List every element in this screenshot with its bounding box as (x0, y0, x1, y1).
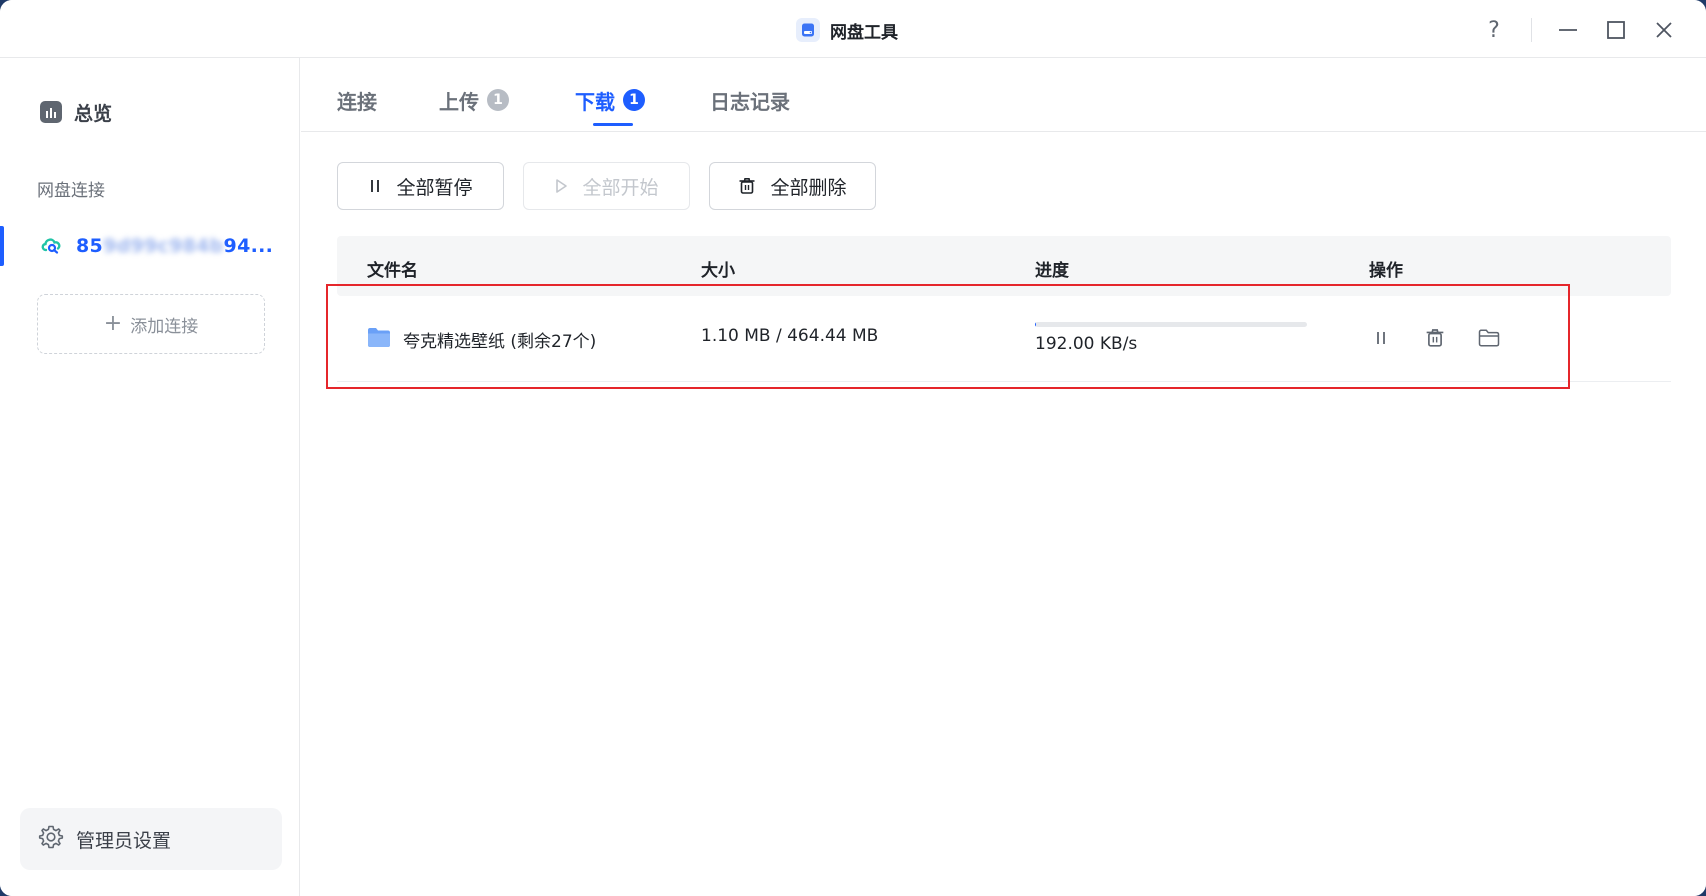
delete-all-button[interactable]: 全部删除 (709, 162, 876, 210)
column-header-progress: 进度 (1035, 261, 1069, 281)
folder-icon (367, 326, 391, 353)
download-count-badge: 1 (623, 89, 645, 111)
tab-label: 连接 (337, 89, 377, 114)
help-button[interactable]: ? (1476, 14, 1512, 46)
gear-icon (38, 824, 64, 855)
active-indicator (0, 226, 4, 266)
table-header: 文件名 大小 进度 操作 (337, 236, 1671, 296)
pause-icon (1377, 332, 1385, 344)
maximize-button[interactable] (1598, 14, 1634, 46)
main-panel: 连接 上传 1 下载 1 日志记录 全部暂停 全部开始 全部删除 文件名 大小 … (301, 58, 1706, 896)
pause-icon (371, 180, 380, 192)
quark-cloud-icon (40, 233, 64, 259)
admin-settings-button[interactable]: 管理员设置 (20, 808, 282, 870)
play-icon (556, 179, 568, 193)
download-progress-bar (1035, 322, 1307, 327)
minimize-icon (1559, 29, 1577, 31)
row-delete-button[interactable] (1421, 324, 1449, 352)
column-header-actions: 操作 (1369, 261, 1403, 281)
overview-label: 总览 (74, 102, 113, 125)
maximize-icon (1607, 21, 1625, 39)
help-icon: ? (1488, 17, 1500, 43)
delete-all-label: 全部删除 (770, 176, 847, 199)
plus-icon: + (103, 311, 123, 336)
window-title: 网盘工具 (830, 22, 898, 43)
start-all-label: 全部开始 (582, 176, 659, 199)
title-separator (1531, 18, 1532, 42)
file-name: 夸克精选壁纸 (剩余27个) (403, 332, 597, 352)
upload-count-badge: 1 (487, 89, 509, 111)
tab-logs[interactable]: 日志记录 (710, 84, 790, 116)
connection-name: 859d99c984b94... (76, 235, 274, 257)
tab-label: 上传 (439, 89, 479, 114)
trash-icon (1426, 329, 1444, 347)
tab-label: 下载 (575, 89, 615, 114)
sidebar-item-overview[interactable]: 总览 (40, 94, 112, 130)
overview-chart-icon (40, 101, 62, 123)
tab-upload[interactable]: 上传 1 (439, 84, 509, 116)
tab-label: 日志记录 (710, 89, 790, 114)
add-connection-label: 添加连接 (130, 316, 199, 337)
column-header-size: 大小 (701, 261, 735, 281)
file-name-cell: 夸克精选壁纸 (剩余27个) (367, 326, 596, 353)
title-bar: 网盘工具 ? (0, 0, 1706, 58)
file-size: 1.10 MB / 464.44 MB (701, 326, 879, 346)
sidebar-section-title: 网盘连接 (37, 181, 105, 201)
download-speed: 192.00 KB/s (1035, 334, 1138, 354)
column-header-filename: 文件名 (367, 261, 418, 281)
window-title-group: 网盘工具 (796, 16, 898, 44)
row-pause-button[interactable] (1367, 324, 1395, 352)
tab-bar: 连接 上传 1 下载 1 日志记录 (301, 58, 1706, 132)
table-row: 夸克精选壁纸 (剩余27个) 1.10 MB / 464.44 MB 192.0… (337, 296, 1671, 382)
active-tab-underline (593, 123, 633, 126)
close-button[interactable] (1646, 14, 1682, 46)
tab-connections[interactable]: 连接 (337, 84, 377, 116)
open-folder-icon (1478, 329, 1500, 347)
admin-settings-label: 管理员设置 (76, 829, 172, 852)
close-icon (1656, 22, 1672, 38)
pause-all-label: 全部暂停 (396, 176, 473, 199)
trash-icon (739, 178, 755, 194)
app-window: 网盘工具 ? 总览 网盘连接 859d99c984b94... + 添加连接 管… (0, 0, 1706, 896)
start-all-button[interactable]: 全部开始 (523, 162, 690, 210)
app-drive-icon (796, 18, 820, 42)
add-connection-button[interactable]: + 添加连接 (37, 294, 265, 354)
tab-download[interactable]: 下载 1 (575, 84, 645, 116)
minimize-button[interactable] (1550, 14, 1586, 46)
row-open-folder-button[interactable] (1475, 324, 1503, 352)
pause-all-button[interactable]: 全部暂停 (337, 162, 504, 210)
sidebar-item-connection[interactable]: 859d99c984b94... (0, 222, 299, 270)
sidebar: 总览 网盘连接 859d99c984b94... + 添加连接 管理员设置 (0, 58, 300, 896)
progress-fill (1035, 322, 1036, 327)
